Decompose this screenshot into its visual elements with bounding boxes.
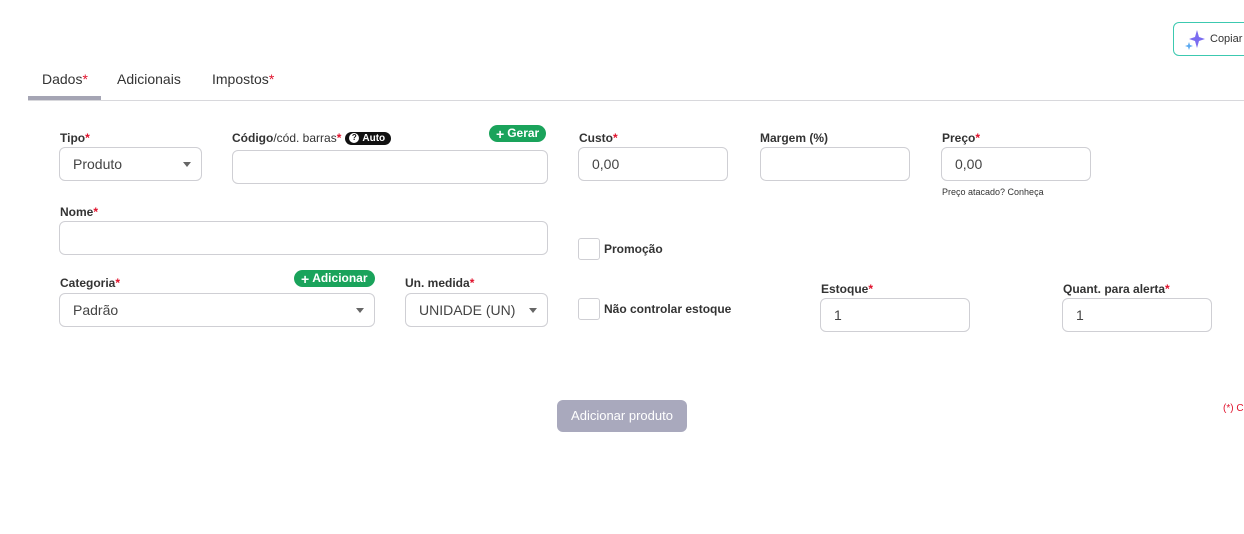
copy-button-label: Copiar bbox=[1210, 33, 1243, 45]
copy-ai-button[interactable]: Copiar bbox=[1173, 22, 1244, 56]
question-icon: ? bbox=[349, 133, 360, 143]
tab-dados[interactable]: Dados* bbox=[42, 71, 88, 87]
codigo-input[interactable] bbox=[232, 150, 548, 184]
plus-icon: + bbox=[301, 270, 310, 287]
add-category-button[interactable]: + Adicionar bbox=[294, 270, 375, 287]
preco-input[interactable]: 0,00 bbox=[941, 147, 1091, 181]
custo-label: Custo* bbox=[579, 131, 618, 145]
nao-controlar-estoque-checkbox[interactable] bbox=[578, 298, 600, 320]
margem-input[interactable] bbox=[760, 147, 910, 181]
margem-label: Margem (%) bbox=[760, 131, 829, 145]
preco-atacado-link[interactable]: Preço atacado? Conheça bbox=[942, 187, 1044, 197]
nao-controlar-estoque-label: Não controlar estoque bbox=[604, 302, 732, 316]
promocao-checkbox[interactable] bbox=[578, 238, 600, 260]
tabs-divider bbox=[28, 100, 1244, 101]
chevron-down-icon bbox=[183, 162, 191, 167]
required-footnote: (*) C bbox=[1223, 403, 1244, 414]
alerta-label: Quant. para alerta* bbox=[1063, 282, 1170, 296]
tab-impostos[interactable]: Impostos* bbox=[212, 71, 274, 87]
categoria-label: Categoria* bbox=[60, 276, 121, 290]
codigo-label: Código/cód. barras * ? Auto bbox=[232, 131, 392, 145]
custo-input[interactable]: 0,00 bbox=[578, 147, 728, 181]
add-product-button[interactable]: Adicionar produto bbox=[557, 400, 687, 432]
unidade-label: Un. medida* bbox=[405, 276, 475, 290]
estoque-label: Estoque* bbox=[821, 282, 874, 296]
alerta-input[interactable]: 1 bbox=[1062, 298, 1212, 332]
unidade-select[interactable]: UNIDADE (UN) bbox=[405, 293, 548, 327]
nome-input[interactable] bbox=[59, 221, 548, 255]
tab-adicionais[interactable]: Adicionais bbox=[117, 71, 181, 87]
generate-code-button[interactable]: + Gerar bbox=[489, 125, 547, 142]
auto-badge[interactable]: ? Auto bbox=[345, 131, 392, 145]
estoque-input[interactable]: 1 bbox=[820, 298, 970, 332]
categoria-select[interactable]: Padrão bbox=[59, 293, 375, 327]
preco-label: Preço* bbox=[942, 131, 981, 145]
chevron-down-icon bbox=[529, 308, 537, 313]
sparkle-icon bbox=[1184, 28, 1206, 50]
tipo-select[interactable]: Produto bbox=[59, 147, 202, 181]
promocao-label: Promoção bbox=[604, 242, 663, 256]
tipo-label: Tipo* bbox=[60, 131, 90, 145]
active-tab-indicator bbox=[28, 96, 101, 100]
plus-icon: + bbox=[496, 125, 505, 142]
chevron-down-icon bbox=[356, 308, 364, 313]
nome-label: Nome* bbox=[60, 205, 99, 219]
